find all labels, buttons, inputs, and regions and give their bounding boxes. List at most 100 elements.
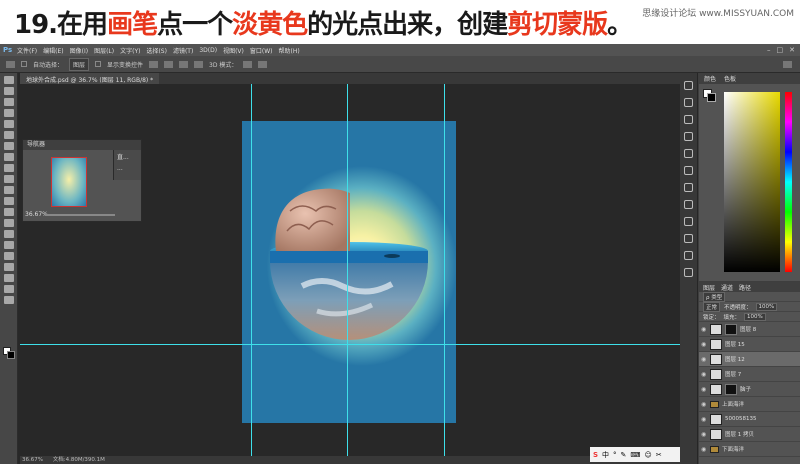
- healing-tool[interactable]: [3, 142, 14, 150]
- color-bg-swatch[interactable]: [707, 93, 716, 102]
- maximize-button[interactable]: □: [777, 46, 784, 54]
- marquee-tool[interactable]: [3, 87, 14, 95]
- navigator-thumbnail[interactable]: [51, 157, 87, 207]
- menu-view[interactable]: 视图(V): [220, 46, 247, 55]
- menu-window[interactable]: 窗口(W): [247, 46, 276, 55]
- ime-handwrite-icon[interactable]: ✎: [621, 451, 627, 459]
- color-field[interactable]: [724, 92, 780, 272]
- ime-tools-icon[interactable]: ✂: [656, 451, 662, 459]
- character-icon[interactable]: [684, 149, 693, 158]
- layer-group-row[interactable]: ◉ 上面海洋: [699, 397, 800, 412]
- lasso-tool[interactable]: [3, 98, 14, 106]
- layer-row[interactable]: ◉ 脑子: [699, 382, 800, 397]
- styles-icon[interactable]: [684, 183, 693, 192]
- dodge-tool[interactable]: [3, 219, 14, 227]
- visibility-eye-icon[interactable]: ◉: [701, 401, 707, 408]
- visibility-eye-icon[interactable]: ◉: [701, 446, 707, 453]
- visibility-eye-icon[interactable]: ◉: [701, 416, 707, 423]
- orbit-3d-icon[interactable]: [243, 60, 253, 68]
- swatches-icon[interactable]: [684, 251, 693, 260]
- close-button[interactable]: ✕: [789, 46, 795, 54]
- visibility-eye-icon[interactable]: ◉: [701, 356, 707, 363]
- type-tool[interactable]: [3, 241, 14, 249]
- ime-keyboard-icon[interactable]: ⌨: [630, 451, 640, 459]
- move-tool-icon[interactable]: [6, 60, 15, 68]
- properties-icon[interactable]: [684, 98, 693, 107]
- sogou-ime-icon[interactable]: S: [593, 451, 598, 459]
- visibility-eye-icon[interactable]: ◉: [701, 326, 707, 333]
- guide-vertical-2[interactable]: [347, 84, 348, 456]
- adjustments-icon[interactable]: [684, 166, 693, 175]
- menu-layer[interactable]: 图层(L): [91, 46, 117, 55]
- histogram-label[interactable]: 直...: [114, 150, 141, 163]
- layer-row[interactable]: ◉ 图层 8: [699, 322, 800, 337]
- ime-emoji-icon[interactable]: ☺: [645, 451, 652, 459]
- brush-tool[interactable]: [3, 153, 14, 161]
- distribute-icon[interactable]: [194, 60, 204, 68]
- move-tool[interactable]: [3, 76, 14, 84]
- show-transform-checkbox[interactable]: [95, 61, 102, 67]
- menu-select[interactable]: 选择(S): [143, 46, 170, 55]
- guide-vertical-1[interactable]: [251, 84, 252, 456]
- layer-filter-dropdown[interactable]: ρ 类型: [703, 291, 726, 302]
- fill-field[interactable]: 100%: [744, 312, 766, 321]
- menu-type[interactable]: 文字(Y): [117, 46, 143, 55]
- pan-3d-icon[interactable]: [258, 60, 268, 68]
- eraser-tool[interactable]: [3, 186, 14, 194]
- visibility-eye-icon[interactable]: ◉: [701, 371, 707, 378]
- menu-edit[interactable]: 编辑(E): [40, 46, 66, 55]
- clone-source-icon[interactable]: [684, 217, 693, 226]
- navigator-title[interactable]: 导航器: [23, 140, 141, 150]
- eyedropper-tool[interactable]: [3, 131, 14, 139]
- magic-wand-tool[interactable]: [3, 109, 14, 117]
- layer-row[interactable]: ◉ 图层 1 拷贝: [699, 427, 800, 442]
- actions-icon[interactable]: [684, 234, 693, 243]
- gradient-tool[interactable]: [3, 197, 14, 205]
- hue-slider[interactable]: [785, 92, 792, 272]
- menu-3d[interactable]: 3D(D): [196, 47, 220, 54]
- layer-row[interactable]: ◉ 500058135: [699, 412, 800, 427]
- paragraph-icon[interactable]: [684, 132, 693, 141]
- layer-group-row[interactable]: ◉ 下面海洋: [699, 442, 800, 457]
- edit-toolbar-icon[interactable]: [3, 296, 14, 304]
- history-icon[interactable]: [684, 81, 693, 90]
- timeline-icon[interactable]: [684, 268, 693, 277]
- blur-tool[interactable]: [3, 208, 14, 216]
- navigator-zoom-slider[interactable]: [45, 214, 115, 216]
- layer-row[interactable]: ◉ 图层 15: [699, 337, 800, 352]
- tab-channels[interactable]: 通道: [721, 283, 733, 292]
- tab-swatches[interactable]: 色板: [724, 74, 736, 83]
- visibility-eye-icon[interactable]: ◉: [701, 386, 707, 393]
- history-brush-tool[interactable]: [3, 175, 14, 183]
- layer-row-selected[interactable]: ◉ 图层 12: [699, 352, 800, 367]
- menu-image[interactable]: 图像(I): [67, 46, 91, 55]
- document-tab[interactable]: 地球外合成.psd @ 36.7% (图层 11, RGB/8) *: [20, 73, 160, 84]
- layer-row[interactable]: ◉ 图层 7: [699, 367, 800, 382]
- brush-preset-icon[interactable]: [684, 200, 693, 209]
- visibility-eye-icon[interactable]: ◉: [701, 431, 707, 438]
- guide-horizontal[interactable]: [20, 344, 680, 345]
- visibility-eye-icon[interactable]: ◉: [701, 341, 707, 348]
- document-canvas[interactable]: [242, 121, 456, 423]
- hand-tool[interactable]: [3, 274, 14, 282]
- workspace-icon[interactable]: [783, 60, 792, 68]
- clone-stamp-tool[interactable]: [3, 164, 14, 172]
- minimize-button[interactable]: –: [767, 46, 771, 54]
- ime-mode[interactable]: 中: [602, 450, 609, 460]
- info-icon[interactable]: [684, 115, 693, 124]
- align-right-icon[interactable]: [179, 60, 189, 68]
- opacity-field[interactable]: 100%: [755, 302, 778, 311]
- ime-punct-icon[interactable]: °: [613, 451, 617, 459]
- shape-tool[interactable]: [3, 263, 14, 271]
- tab-layers[interactable]: 图层: [703, 283, 715, 292]
- align-left-icon[interactable]: [149, 60, 159, 68]
- menu-help[interactable]: 帮助(H): [276, 46, 303, 55]
- tab-paths[interactable]: 路径: [739, 283, 751, 292]
- crop-tool[interactable]: [3, 120, 14, 128]
- menu-filter[interactable]: 滤镜(T): [170, 46, 196, 55]
- background-color-swatch[interactable]: [7, 351, 15, 359]
- blend-mode-dropdown[interactable]: 正常: [703, 301, 721, 312]
- status-zoom[interactable]: 36.67%: [22, 457, 43, 463]
- auto-select-checkbox[interactable]: [21, 61, 27, 67]
- align-center-icon[interactable]: [164, 60, 174, 68]
